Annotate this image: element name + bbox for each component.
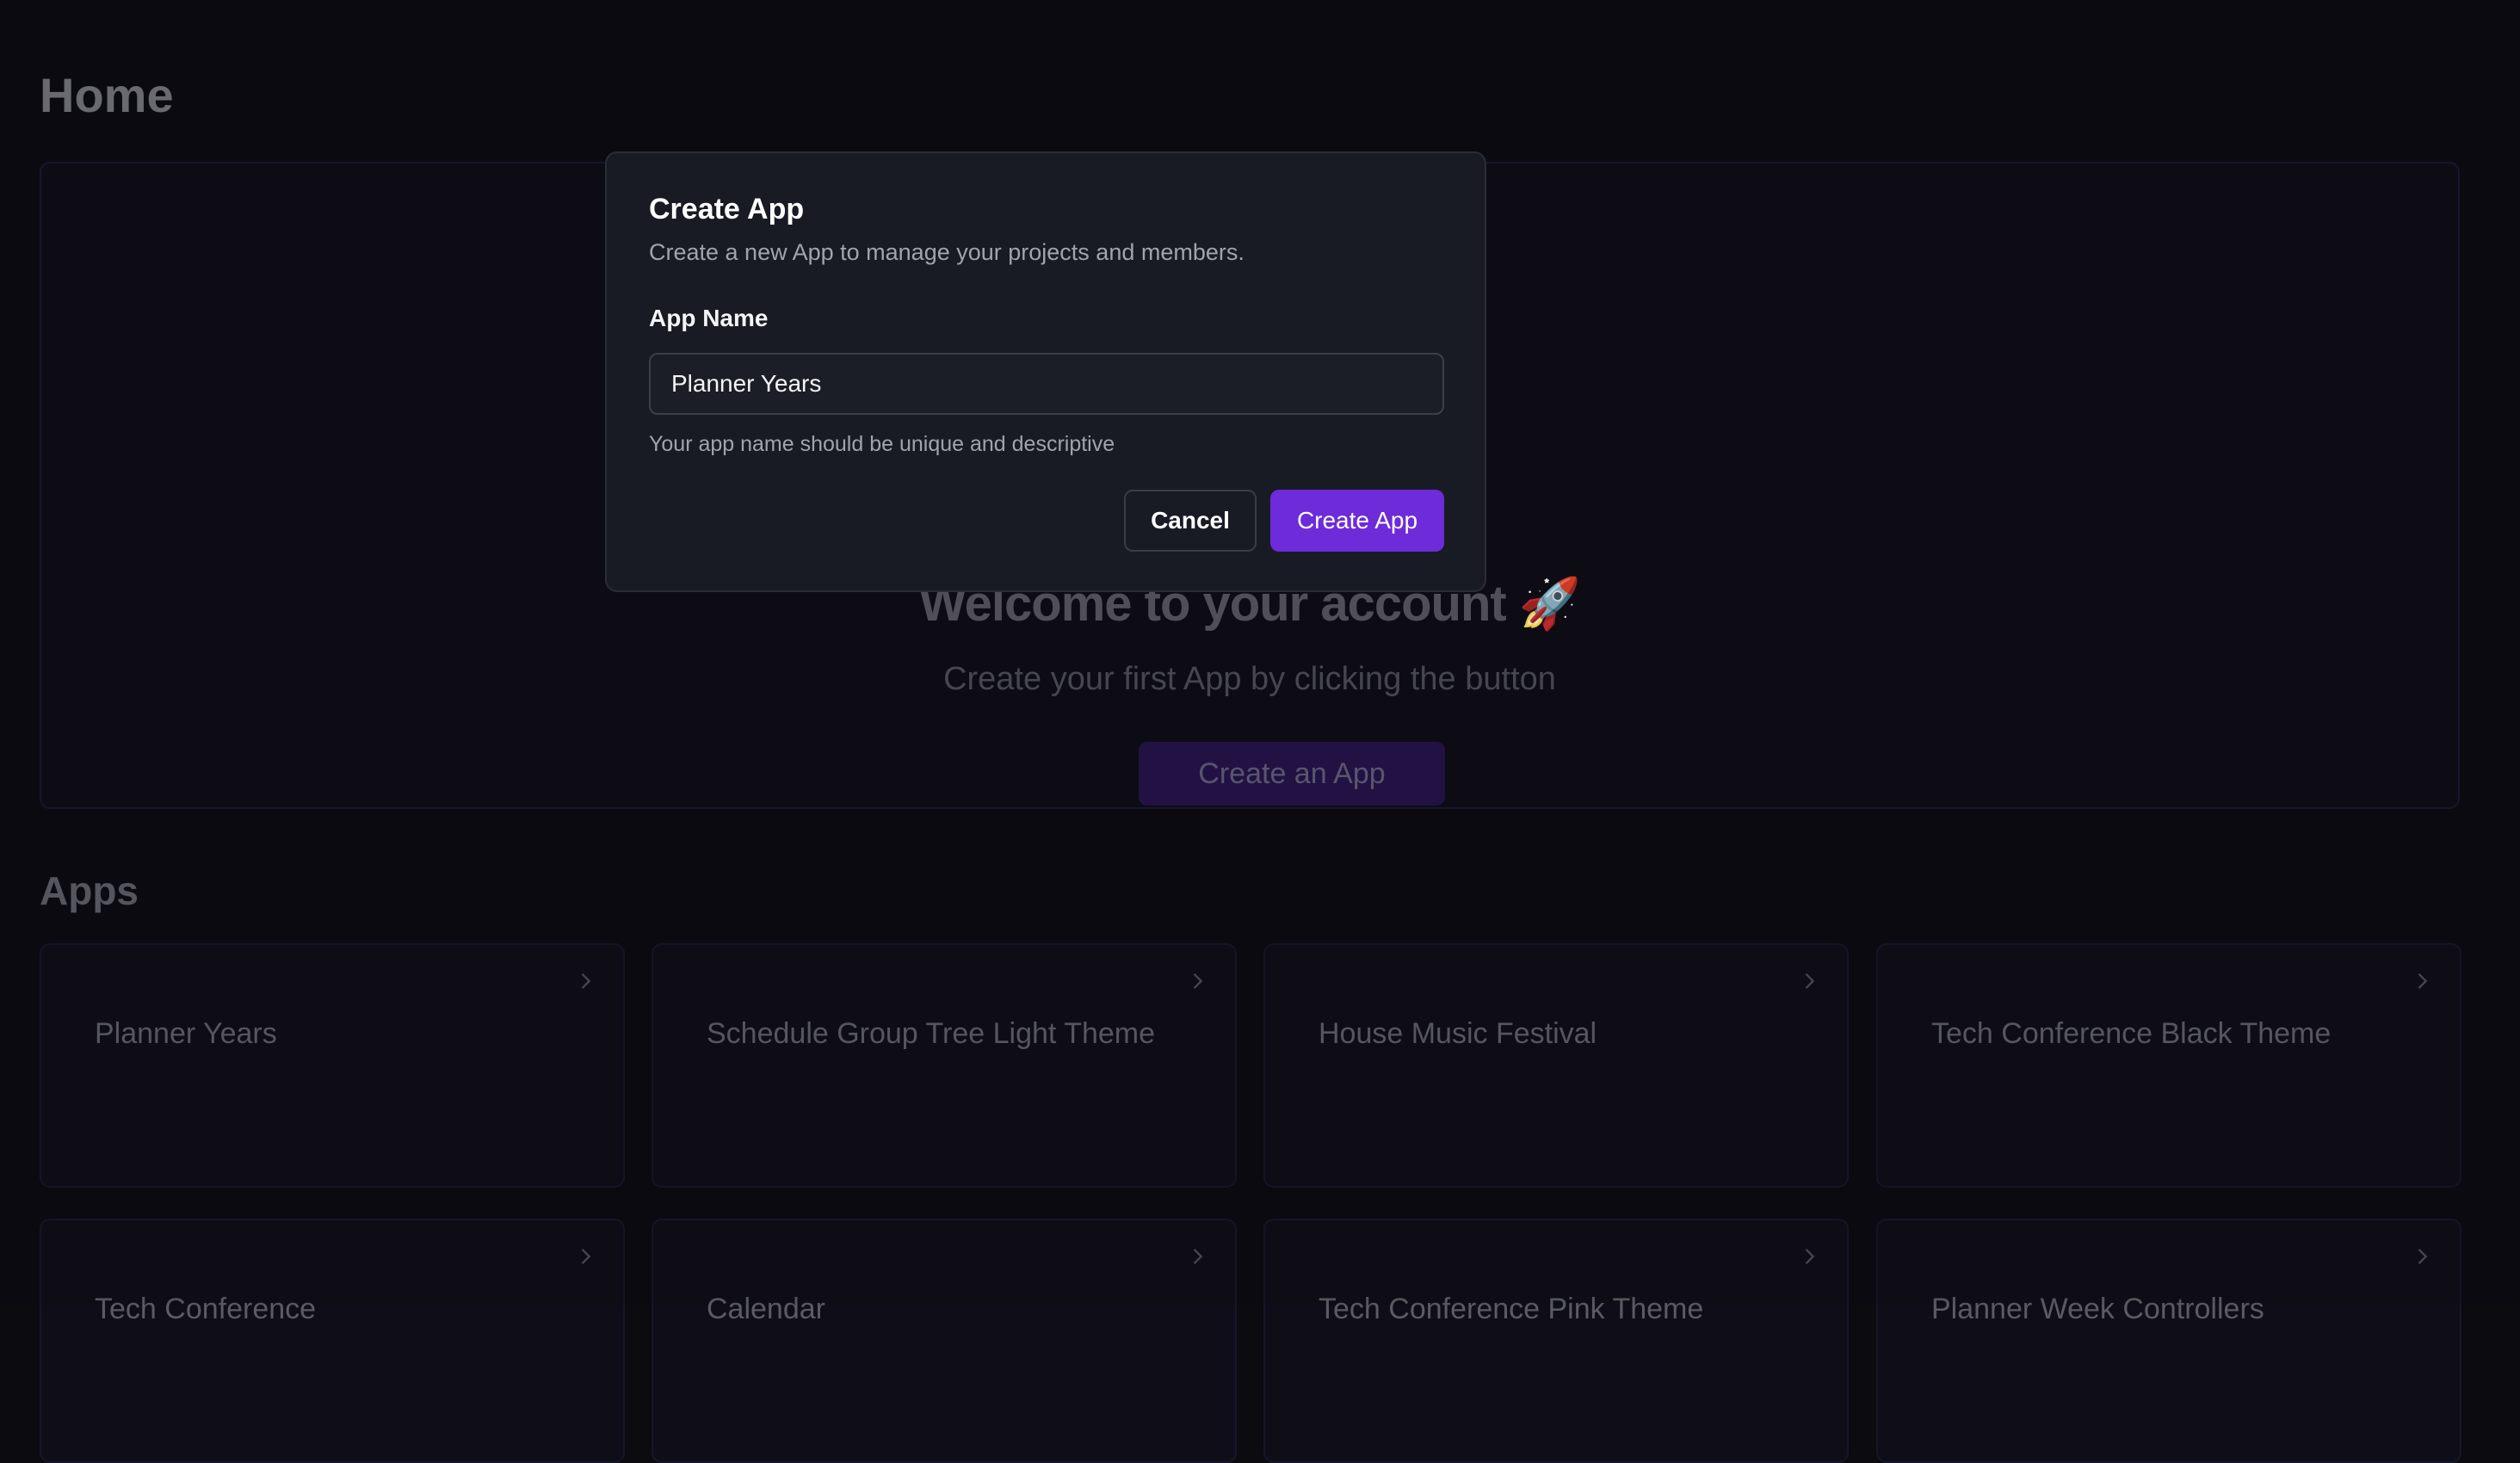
cancel-button[interactable]: Cancel	[1124, 490, 1257, 552]
create-app-button[interactable]: Create App	[1270, 490, 1444, 552]
dialog-title: Create App	[649, 193, 805, 225]
app-name-input[interactable]	[649, 353, 1444, 415]
app-name-help-text: Your app name should be unique and descr…	[649, 432, 1115, 456]
app-name-label: App Name	[649, 305, 769, 331]
create-app-dialog: Create App Create a new App to manage yo…	[605, 151, 1486, 592]
dialog-description: Create a new App to manage your projects…	[649, 239, 1245, 265]
